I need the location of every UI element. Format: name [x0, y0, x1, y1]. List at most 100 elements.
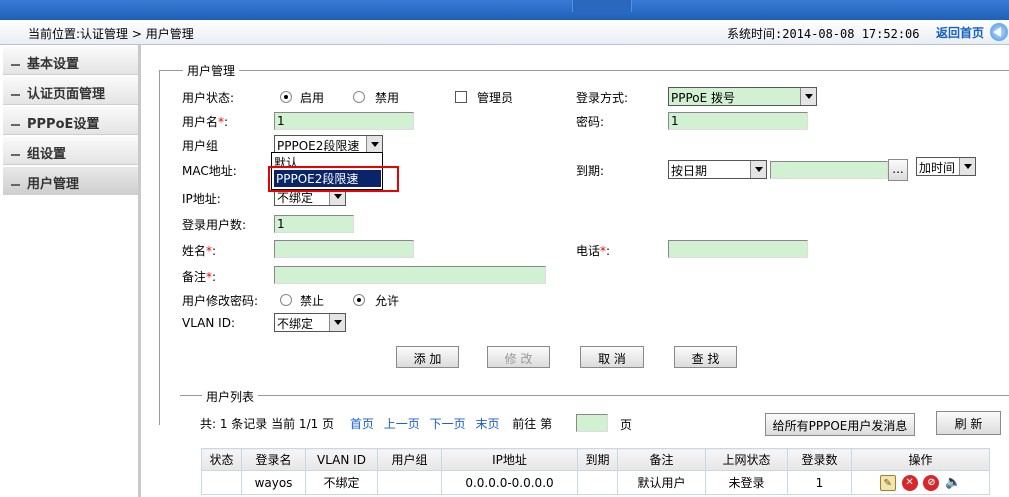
change-pwd-forbid-label: 禁止: [300, 294, 325, 308]
speaker-icon[interactable]: 🔈: [945, 474, 961, 491]
name-label: 姓名*:: [182, 244, 217, 258]
password-input[interactable]: 1: [668, 112, 808, 130]
date-picker-button[interactable]: ...: [888, 159, 908, 181]
vlan-select[interactable]: 不绑定: [274, 313, 346, 332]
disable-icon[interactable]: ⊘: [923, 474, 940, 491]
column-header[interactable]: 状态: [201, 448, 242, 471]
user-table: 状态 登录名 VLAN ID 用户组 IP地址 到期 备注 上网状态 登录数 操…: [201, 448, 990, 495]
cell-expire: [577, 470, 618, 495]
table-header-row: 状态 登录名 VLAN ID 用户组 IP地址 到期 备注 上网状态 登录数 操…: [201, 448, 990, 471]
delete-icon[interactable]: ✕: [901, 474, 918, 491]
breadcrumb: 当前位置:认证管理 > 用户管理: [28, 27, 194, 41]
sidebar: 基本设置 认证页面管理 PPPoE设置 组设置 用户管理: [0, 45, 141, 497]
cell-login: wayos: [241, 470, 306, 495]
dash-icon: [11, 93, 20, 96]
vlan-label: VLAN ID:: [182, 316, 235, 330]
remark-label: 备注*:: [182, 270, 217, 284]
dash-icon: [11, 123, 20, 126]
username-input[interactable]: 1: [274, 112, 414, 130]
send-message-button[interactable]: 给所有PPPOE用户发消息: [765, 413, 915, 436]
chevron-down-icon: [750, 161, 766, 178]
group-label: 用户组: [182, 139, 219, 153]
change-pwd-allow-radio[interactable]: [353, 294, 365, 306]
column-header[interactable]: 登录名: [241, 448, 306, 471]
status-enable-label: 启用: [300, 91, 325, 105]
cell-status: [201, 470, 242, 495]
next-page-link[interactable]: 下一页: [430, 417, 466, 431]
login-count-label: 登录用户数:: [182, 218, 247, 232]
system-time: 系统时间:2014-08-08 17:52:06: [727, 27, 920, 41]
dash-icon: [11, 153, 20, 156]
form-legend: 用户管理: [183, 62, 240, 79]
change-password-label: 用户修改密码:: [182, 294, 259, 308]
username-label: 用户名*:: [182, 115, 229, 129]
chevron-down-icon: [366, 136, 382, 153]
status-disable-label: 禁用: [375, 91, 400, 105]
chevron-down-icon: [329, 314, 345, 331]
admin-label: 管理员: [477, 91, 514, 105]
top-banner: [0, 0, 1009, 20]
back-arrow-icon[interactable]: [990, 23, 1008, 41]
status-label: 用户状态:: [182, 91, 235, 105]
location-bar: 当前位置:认证管理 > 用户管理 系统时间:2014-08-08 17:52:0…: [0, 20, 1009, 45]
change-pwd-allow-label: 允许: [375, 294, 400, 308]
login-method-select[interactable]: PPPoE 拨号: [668, 87, 817, 106]
phone-label: 电话*:: [576, 244, 611, 258]
column-header[interactable]: 登录数: [787, 448, 852, 471]
modify-button[interactable]: 修 改: [487, 346, 550, 368]
change-pwd-forbid-radio[interactable]: [280, 294, 292, 306]
sidebar-item-group[interactable]: 组设置: [3, 137, 138, 165]
goto-page-input[interactable]: [576, 414, 608, 432]
add-time-select[interactable]: 加时间: [916, 157, 976, 176]
status-enable-radio[interactable]: [280, 91, 292, 103]
login-method-label: 登录方式:: [576, 91, 629, 105]
pager: 共: 1 条记录 当前 1/1 页 首页 上一页 下一页 末页 前往 第: [200, 415, 552, 432]
highlight-box: [268, 166, 399, 192]
goto-prefix: 前往 第: [512, 417, 553, 431]
prev-page-link[interactable]: 上一页: [384, 417, 420, 431]
edit-icon[interactable]: ✎: [879, 474, 896, 491]
last-page-link[interactable]: 末页: [475, 417, 499, 431]
name-input[interactable]: [274, 240, 414, 258]
sidebar-item-auth-page[interactable]: 认证页面管理: [3, 77, 138, 105]
phone-input[interactable]: [668, 240, 808, 258]
expire-mode-select[interactable]: 按日期: [668, 160, 767, 179]
remark-input[interactable]: [274, 266, 546, 284]
cancel-button[interactable]: 取 消: [580, 346, 644, 368]
goto-suffix: 页: [620, 418, 633, 432]
chevron-down-icon: [959, 158, 975, 175]
top-tab[interactable]: [572, 0, 632, 12]
status-disable-radio[interactable]: [353, 91, 365, 103]
column-header[interactable]: 用户组: [377, 448, 442, 471]
sidebar-item-basic-settings[interactable]: 基本设置: [3, 47, 138, 75]
cell-online: 未登录: [705, 470, 788, 495]
chevron-down-icon: [800, 88, 816, 105]
login-count-input[interactable]: 1: [274, 215, 354, 233]
column-header[interactable]: IP地址: [441, 448, 578, 471]
cell-remark: 默认用户: [617, 470, 706, 495]
dash-icon: [11, 63, 20, 66]
cell-vlan: 不绑定: [305, 470, 378, 495]
first-page-link[interactable]: 首页: [350, 417, 374, 431]
home-link[interactable]: 返回首页: [936, 24, 984, 41]
expire-label: 到期:: [576, 164, 605, 178]
search-button[interactable]: 查 找: [674, 346, 737, 368]
column-header[interactable]: 到期: [577, 448, 618, 471]
cell-count: 1: [787, 470, 852, 495]
column-header[interactable]: 操作: [851, 448, 990, 471]
table-row[interactable]: wayos 不绑定 0.0.0.0-0.0.0.0 默认用户 未登录 1 ✎ ✕…: [201, 470, 990, 495]
mac-label: MAC地址:: [182, 164, 237, 178]
add-button[interactable]: 添 加: [396, 346, 459, 368]
column-header[interactable]: 备注: [617, 448, 706, 471]
expire-date-input[interactable]: [770, 161, 888, 179]
cell-ip: 0.0.0.0-0.0.0.0: [441, 470, 578, 495]
sidebar-item-user-management[interactable]: 用户管理: [3, 167, 138, 195]
admin-checkbox[interactable]: [455, 91, 467, 103]
column-header[interactable]: VLAN ID: [305, 448, 378, 471]
user-list-fieldset: [180, 395, 1009, 396]
sidebar-item-pppoe[interactable]: PPPoE设置: [3, 107, 138, 135]
list-legend: 用户列表: [202, 388, 259, 405]
ip-label: IP地址:: [182, 192, 221, 206]
refresh-button[interactable]: 刷 新: [936, 411, 1001, 435]
column-header[interactable]: 上网状态: [705, 448, 788, 471]
